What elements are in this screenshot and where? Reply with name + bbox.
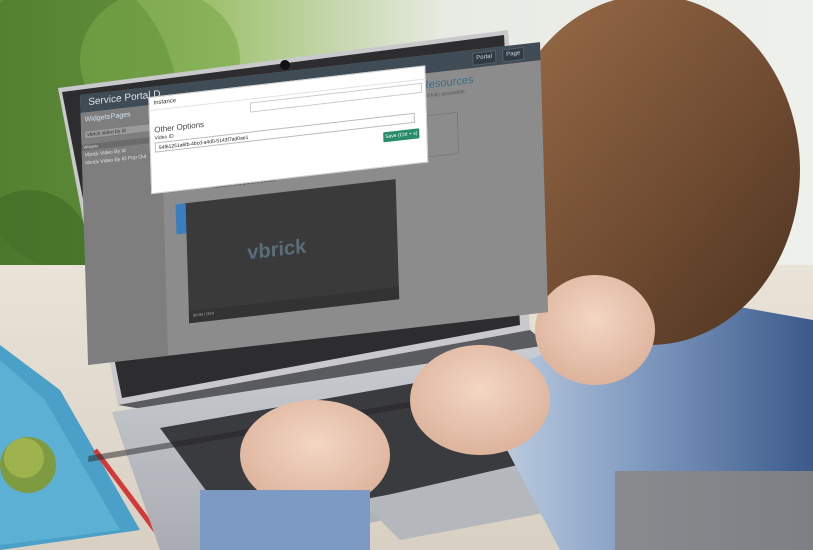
- photo-scene: Service Portal D Portal Page Widgets Pag…: [0, 0, 813, 550]
- video-id-input[interactable]: 54f61251a6fb-4bcd-a4d0-5143f7ad0ae1: [154, 112, 415, 153]
- save-button[interactable]: Save (Ctrl + s): [383, 128, 420, 143]
- player-time: 00:00 / 00:0: [192, 310, 215, 318]
- other-options-label: Other Options: [154, 119, 205, 135]
- laptop-screen: Service Portal D Portal Page Widgets Pag…: [80, 42, 549, 365]
- modal-top-field[interactable]: [249, 82, 423, 113]
- vbrick-logo: vbrick: [246, 235, 307, 265]
- page-button[interactable]: Page: [502, 46, 525, 63]
- modal-header: Instance: [153, 97, 177, 107]
- webcam: [280, 60, 290, 70]
- player-controls: 00:00 / 00:0: [188, 287, 400, 324]
- content-heading: Resources: [420, 73, 474, 92]
- video-player[interactable]: vbrick 00:00 / 00:0: [185, 179, 400, 324]
- portal-button[interactable]: Portal: [472, 50, 497, 66]
